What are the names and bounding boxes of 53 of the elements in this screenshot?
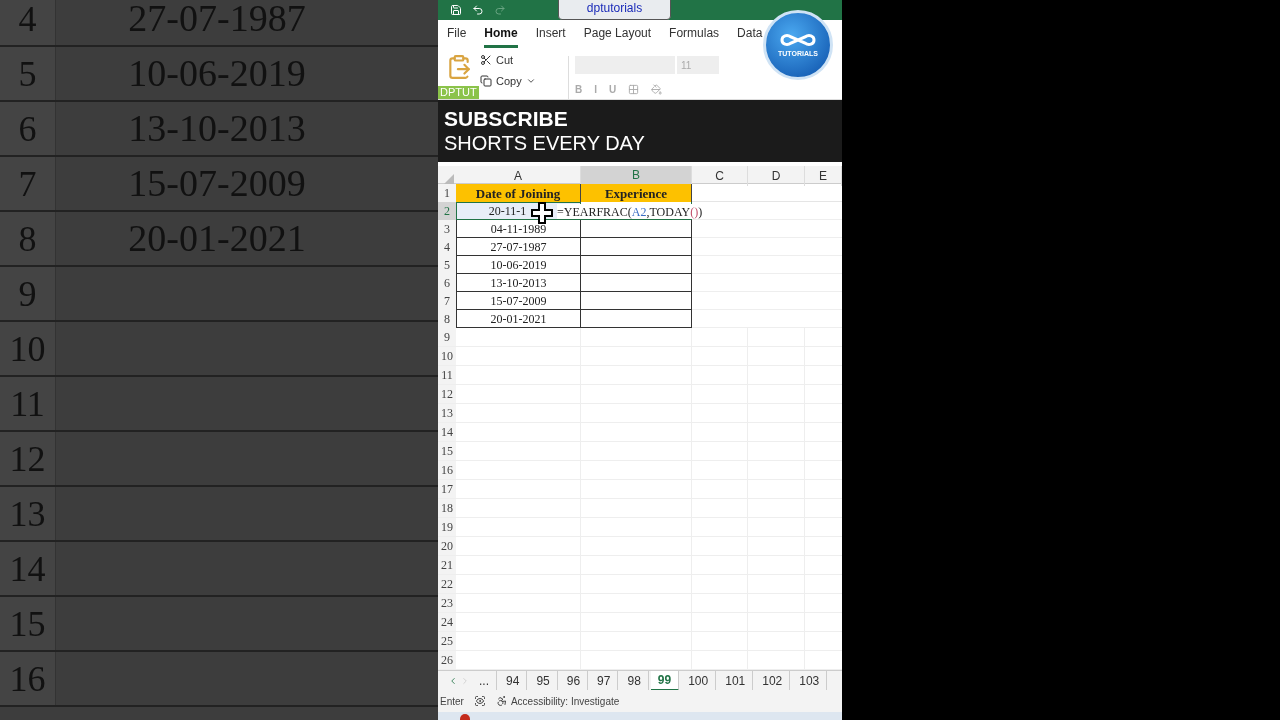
table-header-cell: Experience xyxy=(581,184,692,202)
row-number: 1 xyxy=(438,184,456,202)
row-number: 26 xyxy=(438,651,456,669)
table-cell-text: 04-11-1989 xyxy=(490,220,547,238)
column-header[interactable]: D xyxy=(748,166,805,186)
row-number: 24 xyxy=(438,613,456,631)
row-number: 18 xyxy=(438,499,456,517)
watermark-badge: DPTUT xyxy=(438,86,479,99)
row-number: 6 xyxy=(438,274,456,292)
menu-tab[interactable]: Page Layout xyxy=(583,20,652,48)
row-number: 25 xyxy=(438,632,456,650)
row-number: 12 xyxy=(438,385,456,403)
row-number: 23 xyxy=(438,594,456,612)
table-cell-text: 10-06-2019 xyxy=(490,256,547,274)
column-header[interactable]: B xyxy=(581,166,692,186)
row-number: 20 xyxy=(438,537,456,555)
row-number: 3 xyxy=(438,220,456,238)
window-title: dptutorials xyxy=(558,0,671,20)
table-cell-text: 15-07-2009 xyxy=(490,292,547,310)
row-number: 8 xyxy=(438,310,456,328)
row-number: 22 xyxy=(438,575,456,593)
row-number: 5 xyxy=(438,256,456,274)
menu-tab[interactable]: Insert xyxy=(535,20,566,48)
row-number: 13 xyxy=(438,404,456,422)
row-number: 10 xyxy=(438,347,456,365)
accessibility-button[interactable]: Accessibility: Investigate xyxy=(495,693,620,709)
cut-button[interactable]: Cut xyxy=(480,52,560,69)
copy-button[interactable]: Copy xyxy=(480,72,560,89)
row-number: 9 xyxy=(438,328,456,346)
menu-tab[interactable]: File xyxy=(447,20,467,48)
menu-tab[interactable]: Formulas xyxy=(669,20,720,48)
table-cell-text: 13-10-2013 xyxy=(490,274,547,292)
row-number: 14 xyxy=(438,423,456,441)
mode-indicator: Enter xyxy=(440,694,464,709)
row-number: 7 xyxy=(438,292,456,310)
row-number: 17 xyxy=(438,480,456,498)
row-number: 4 xyxy=(438,238,456,256)
sheet-tab[interactable]: 99 xyxy=(650,670,680,691)
banner-subtitle: SHORTS EVERY DAY xyxy=(444,131,646,155)
row-number: 19 xyxy=(438,518,456,536)
table-cell-text: 20-01-2021 xyxy=(490,310,547,328)
menu-tab[interactable]: Data xyxy=(737,20,763,48)
menu-tab[interactable]: Home xyxy=(484,20,518,48)
row-number: 16 xyxy=(438,461,456,479)
table-cell-text: 20-11-1 xyxy=(488,203,527,220)
table-cell-text: 27-07-1987 xyxy=(490,238,547,256)
row-number: 2 xyxy=(438,202,456,220)
row-number: 11 xyxy=(438,366,456,384)
formula-text: =YEARFRAC(A2,TODAY()) xyxy=(557,204,703,219)
row-number: 15 xyxy=(438,442,456,460)
table-header-cell: Date of Joining xyxy=(456,184,581,202)
banner-title: SUBSCRIBE xyxy=(444,107,569,131)
row-number: 21 xyxy=(438,556,456,574)
